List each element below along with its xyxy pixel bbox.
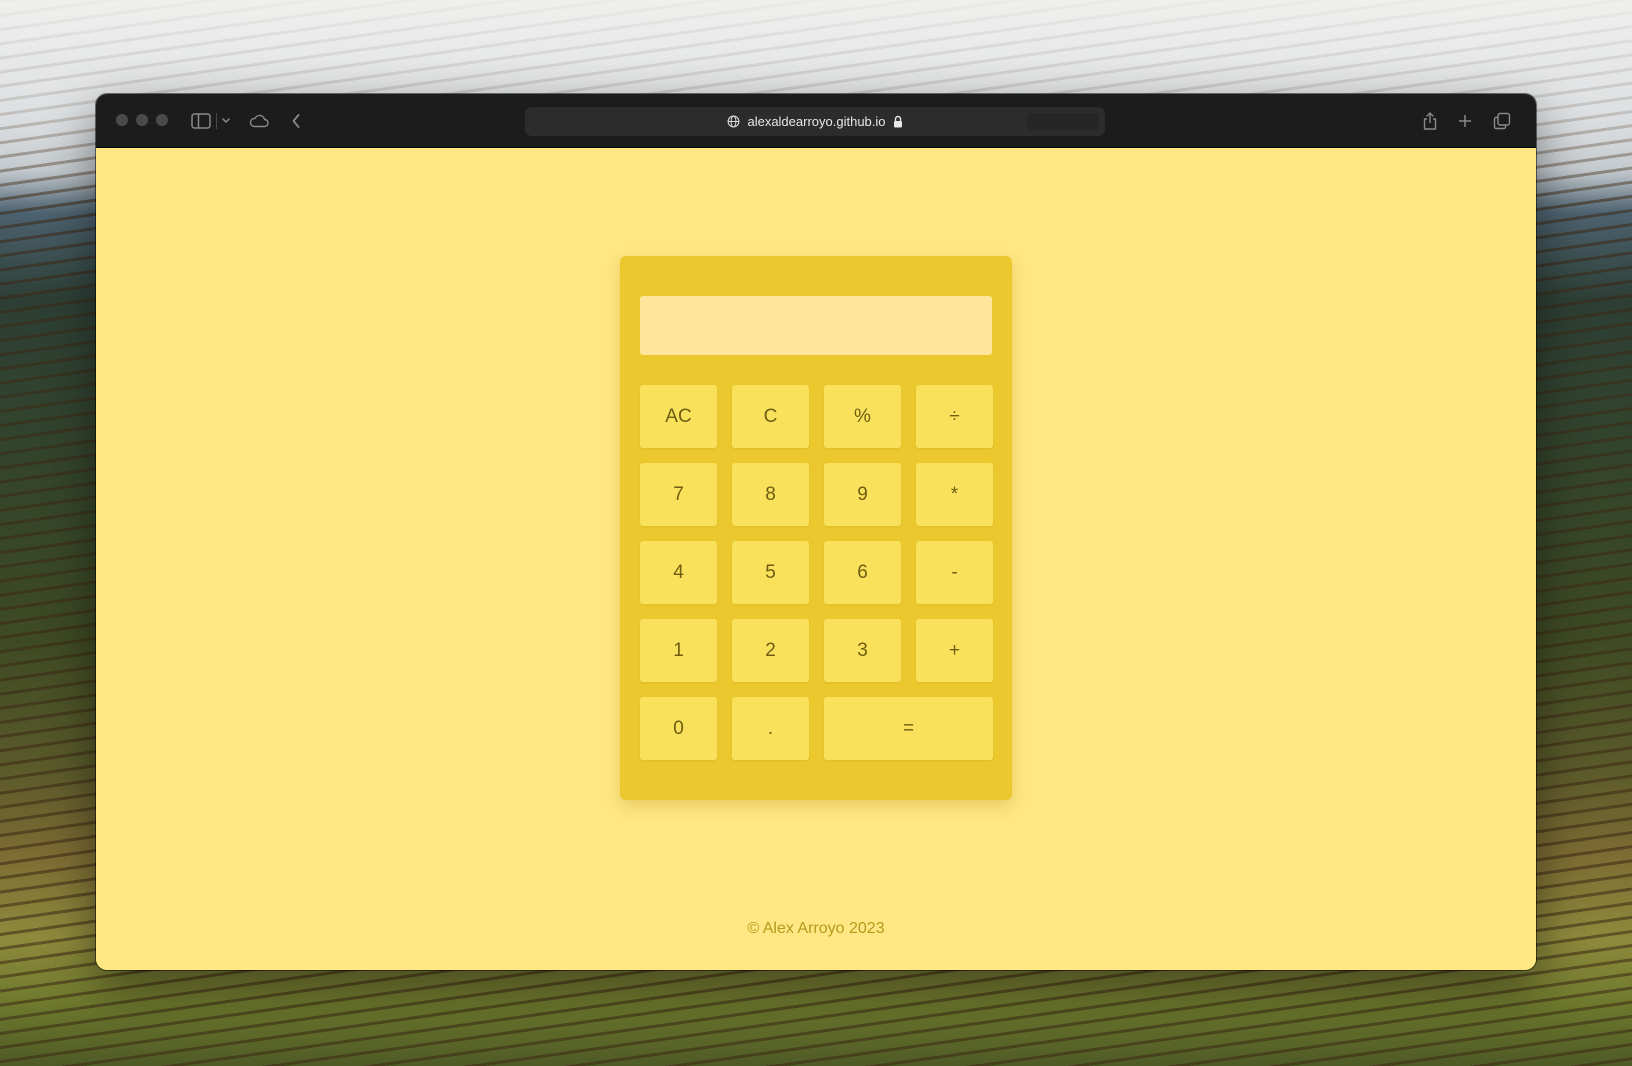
digit-0-button[interactable]: 0 (640, 697, 717, 760)
share-icon[interactable] (1421, 94, 1439, 147)
decimal-point-button[interactable]: . (732, 697, 809, 760)
calculator: AC C % ÷ 7 8 9 * 4 5 6 - 1 2 3 + 0 . = (620, 256, 1012, 800)
address-bar-extension-area (1027, 113, 1099, 130)
digit-7-button[interactable]: 7 (640, 463, 717, 526)
sidebar-icon[interactable] (190, 94, 212, 147)
browser-toolbar: alexaldearroyo.github.io (96, 94, 1536, 148)
digit-3-button[interactable]: 3 (824, 619, 901, 682)
digit-1-button[interactable]: 1 (640, 619, 717, 682)
digit-9-button[interactable]: 9 (824, 463, 901, 526)
plus-icon[interactable] (1456, 94, 1474, 147)
digit-4-button[interactable]: 4 (640, 541, 717, 604)
chevron-down-icon[interactable] (219, 94, 233, 147)
digit-8-button[interactable]: 8 (732, 463, 809, 526)
lock-icon (893, 115, 903, 128)
footer-copyright: © Alex Arroyo 2023 (747, 920, 885, 937)
plus-button[interactable]: + (916, 619, 993, 682)
close-window-button[interactable] (116, 114, 128, 126)
divide-button[interactable]: ÷ (916, 385, 993, 448)
address-bar[interactable]: alexaldearroyo.github.io (525, 107, 1105, 136)
digit-2-button[interactable]: 2 (732, 619, 809, 682)
back-arrow-icon[interactable] (288, 94, 304, 147)
url-text: alexaldearroyo.github.io (747, 114, 886, 129)
percent-button[interactable]: % (824, 385, 901, 448)
minimize-window-button[interactable] (136, 114, 148, 126)
digit-6-button[interactable]: 6 (824, 541, 901, 604)
calculator-display (640, 296, 992, 355)
zoom-window-button[interactable] (156, 114, 168, 126)
equals-button[interactable]: = (824, 697, 993, 760)
clear-button[interactable]: C (732, 385, 809, 448)
all-clear-button[interactable]: AC (640, 385, 717, 448)
toolbar-divider (215, 94, 217, 147)
globe-icon (727, 115, 740, 128)
minus-button[interactable]: - (916, 541, 993, 604)
browser-window: alexaldearroyo.github.io AC C % ÷ 7 8 9 … (96, 94, 1536, 970)
multiply-button[interactable]: * (916, 463, 993, 526)
page-content: AC C % ÷ 7 8 9 * 4 5 6 - 1 2 3 + 0 . = ©… (96, 148, 1536, 970)
digit-5-button[interactable]: 5 (732, 541, 809, 604)
tab-overview-icon[interactable] (1492, 94, 1512, 147)
icloud-tabs-icon[interactable] (248, 94, 270, 147)
